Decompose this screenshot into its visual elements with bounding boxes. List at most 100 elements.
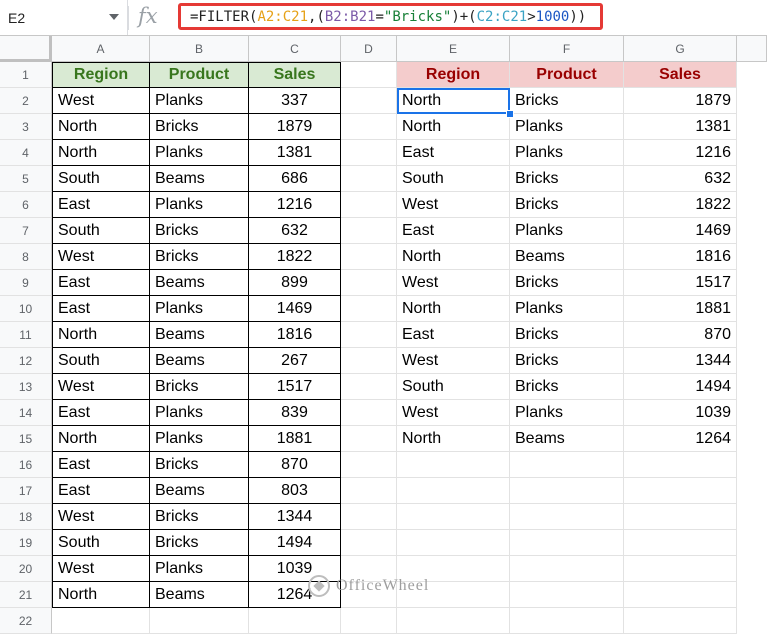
result-cell[interactable]: East bbox=[397, 218, 510, 244]
column-header-a[interactable]: A bbox=[52, 36, 150, 62]
result-cell[interactable]: Bricks bbox=[510, 166, 624, 192]
formula-input[interactable]: =FILTER(A2:C21 ,(B2:B21 = "Bricks")+(C2:C21… bbox=[178, 3, 603, 30]
table-cell[interactable] bbox=[624, 452, 737, 478]
table-cell[interactable] bbox=[341, 426, 397, 452]
result-cell[interactable]: 1469 bbox=[624, 218, 737, 244]
result-cell[interactable]: Planks bbox=[510, 296, 624, 322]
table-cell[interactable] bbox=[341, 348, 397, 374]
row-header-7[interactable]: 7 bbox=[0, 218, 52, 244]
table-cell[interactable] bbox=[341, 530, 397, 556]
table-cell[interactable] bbox=[341, 452, 397, 478]
row-header-11[interactable]: 11 bbox=[0, 322, 52, 348]
table-cell[interactable] bbox=[341, 296, 397, 322]
source-cell[interactable]: 1822 bbox=[249, 244, 341, 270]
source-cell[interactable]: West bbox=[52, 88, 150, 114]
source-cell[interactable]: 1517 bbox=[249, 374, 341, 400]
row-header-21[interactable]: 21 bbox=[0, 582, 52, 608]
source-header-region[interactable]: Region bbox=[52, 62, 150, 88]
result-cell[interactable]: West bbox=[397, 192, 510, 218]
source-cell[interactable]: 1344 bbox=[249, 504, 341, 530]
result-cell[interactable]: Planks bbox=[510, 114, 624, 140]
table-cell[interactable] bbox=[341, 62, 397, 88]
result-cell[interactable]: North bbox=[397, 296, 510, 322]
source-cell[interactable]: South bbox=[52, 348, 150, 374]
table-cell[interactable] bbox=[341, 374, 397, 400]
source-cell[interactable]: Bricks bbox=[150, 114, 249, 140]
table-cell[interactable] bbox=[624, 530, 737, 556]
source-cell[interactable]: 1816 bbox=[249, 322, 341, 348]
result-cell[interactable]: Bricks bbox=[510, 322, 624, 348]
result-cell[interactable]: 1264 bbox=[624, 426, 737, 452]
table-cell[interactable] bbox=[341, 218, 397, 244]
source-cell[interactable]: Bricks bbox=[150, 504, 249, 530]
source-cell[interactable]: 1216 bbox=[249, 192, 341, 218]
result-cell[interactable]: Beams bbox=[510, 244, 624, 270]
row-header-4[interactable]: 4 bbox=[0, 140, 52, 166]
row-header-19[interactable]: 19 bbox=[0, 530, 52, 556]
source-cell[interactable]: Planks bbox=[150, 192, 249, 218]
source-cell[interactable]: 870 bbox=[249, 452, 341, 478]
table-cell[interactable] bbox=[624, 504, 737, 530]
result-cell[interactable]: Planks bbox=[510, 218, 624, 244]
result-cell[interactable]: Bricks bbox=[510, 374, 624, 400]
row-header-12[interactable]: 12 bbox=[0, 348, 52, 374]
result-cell[interactable]: West bbox=[397, 400, 510, 426]
column-header-h[interactable] bbox=[737, 36, 767, 62]
result-cell[interactable]: 632 bbox=[624, 166, 737, 192]
row-header-20[interactable]: 20 bbox=[0, 556, 52, 582]
result-cell[interactable]: 1879 bbox=[624, 88, 737, 114]
select-all-corner[interactable] bbox=[0, 36, 52, 62]
source-cell[interactable]: North bbox=[52, 322, 150, 348]
table-cell[interactable] bbox=[624, 582, 737, 608]
table-cell[interactable] bbox=[341, 400, 397, 426]
source-cell[interactable]: 1879 bbox=[249, 114, 341, 140]
table-cell[interactable] bbox=[624, 556, 737, 582]
table-cell[interactable] bbox=[341, 166, 397, 192]
result-cell[interactable]: 1039 bbox=[624, 400, 737, 426]
source-cell[interactable]: Bricks bbox=[150, 530, 249, 556]
row-header-15[interactable]: 15 bbox=[0, 426, 52, 452]
row-header-10[interactable]: 10 bbox=[0, 296, 52, 322]
result-cell[interactable]: Beams bbox=[510, 426, 624, 452]
result-cell[interactable]: 1494 bbox=[624, 374, 737, 400]
source-cell[interactable]: Beams bbox=[150, 270, 249, 296]
source-cell[interactable]: South bbox=[52, 530, 150, 556]
table-cell[interactable] bbox=[397, 608, 510, 634]
column-header-b[interactable]: B bbox=[150, 36, 249, 62]
result-cell[interactable]: East bbox=[397, 322, 510, 348]
source-cell[interactable]: 1494 bbox=[249, 530, 341, 556]
chevron-down-icon[interactable] bbox=[109, 14, 119, 20]
column-header-d[interactable]: D bbox=[341, 36, 397, 62]
table-cell[interactable] bbox=[510, 530, 624, 556]
result-cell[interactable]: 1381 bbox=[624, 114, 737, 140]
table-cell[interactable] bbox=[341, 244, 397, 270]
result-header-sales[interactable]: Sales bbox=[624, 62, 737, 88]
result-header-product[interactable]: Product bbox=[510, 62, 624, 88]
table-cell[interactable] bbox=[341, 192, 397, 218]
source-cell[interactable]: Bricks bbox=[150, 374, 249, 400]
source-cell[interactable]: 632 bbox=[249, 218, 341, 244]
source-cell[interactable]: 1469 bbox=[249, 296, 341, 322]
row-header-22[interactable]: 22 bbox=[0, 608, 52, 634]
source-cell[interactable]: Planks bbox=[150, 296, 249, 322]
column-header-g[interactable]: G bbox=[624, 36, 737, 62]
result-cell[interactable]: 1816 bbox=[624, 244, 737, 270]
row-header-17[interactable]: 17 bbox=[0, 478, 52, 504]
source-cell[interactable]: East bbox=[52, 270, 150, 296]
source-cell[interactable]: North bbox=[52, 426, 150, 452]
result-cell[interactable]: Bricks bbox=[510, 270, 624, 296]
result-cell[interactable]: Bricks bbox=[510, 192, 624, 218]
table-cell[interactable] bbox=[397, 504, 510, 530]
source-cell[interactable]: 803 bbox=[249, 478, 341, 504]
source-cell[interactable]: 839 bbox=[249, 400, 341, 426]
row-header-18[interactable]: 18 bbox=[0, 504, 52, 530]
table-cell[interactable] bbox=[510, 504, 624, 530]
table-cell[interactable] bbox=[341, 478, 397, 504]
result-cell[interactable]: South bbox=[397, 166, 510, 192]
row-header-6[interactable]: 6 bbox=[0, 192, 52, 218]
table-cell[interactable] bbox=[52, 608, 150, 634]
source-cell[interactable]: East bbox=[52, 400, 150, 426]
source-cell[interactable]: East bbox=[52, 478, 150, 504]
source-cell[interactable]: North bbox=[52, 140, 150, 166]
table-cell[interactable] bbox=[510, 478, 624, 504]
